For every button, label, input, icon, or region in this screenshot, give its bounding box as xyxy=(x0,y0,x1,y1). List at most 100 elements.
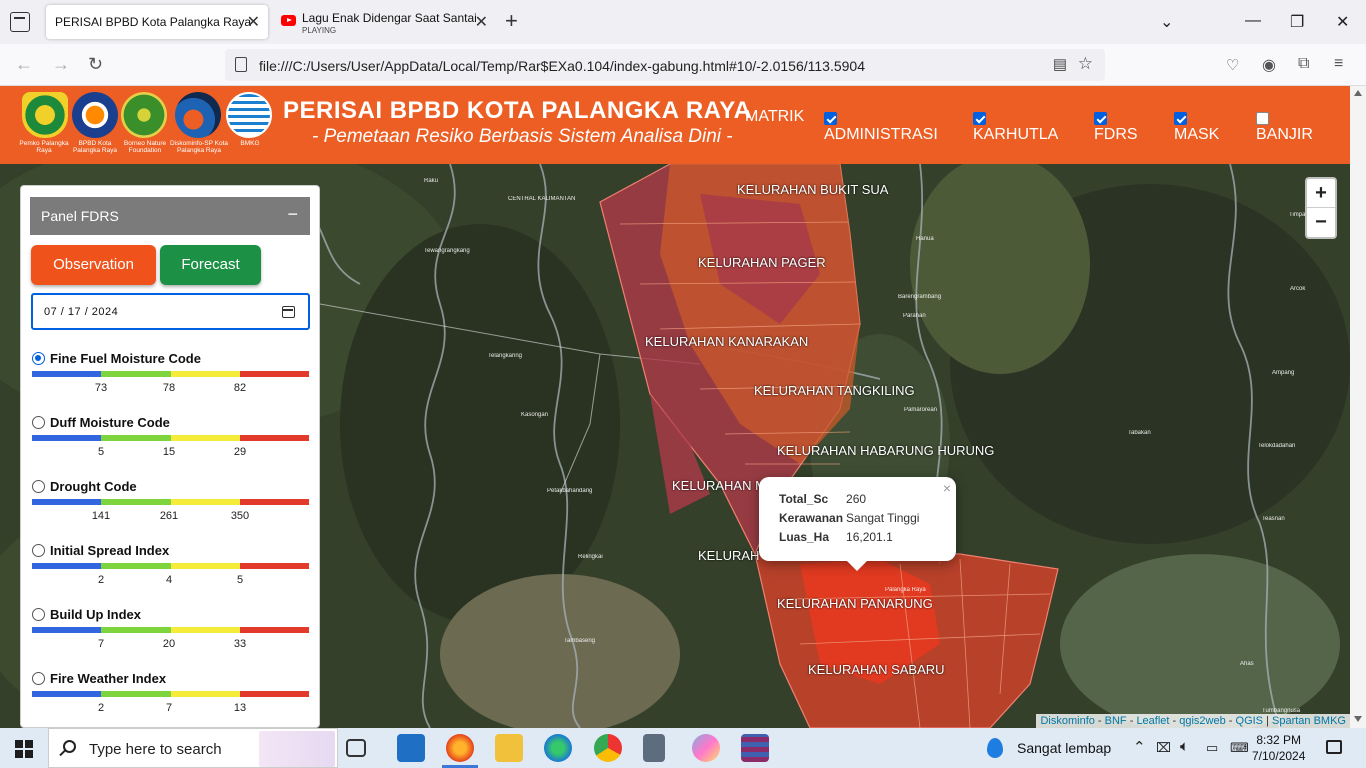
zoom-in-button[interactable]: + xyxy=(1307,179,1335,208)
fdrs-index-option[interactable]: Initial Spread Index 2 4 5 xyxy=(31,542,311,602)
scale-segment xyxy=(170,371,240,377)
banjir-label[interactable]: BANJIR xyxy=(1256,126,1313,144)
scale-segment xyxy=(170,499,240,505)
administrasi-label[interactable]: ADMINISTRASI xyxy=(824,126,938,144)
attribution-link[interactable]: qgis2web xyxy=(1179,715,1225,727)
address-bar[interactable]: file:///C:/Users/User/AppData/Local/Temp… xyxy=(225,49,1105,81)
collapse-icon[interactable]: − xyxy=(287,204,298,225)
attribution-link[interactable]: QGIS xyxy=(1236,715,1264,727)
fdrs-index-option[interactable]: Duff Moisture Code 5 15 29 xyxy=(31,414,311,474)
windows-start-icon[interactable] xyxy=(15,740,33,758)
zoom-out-button[interactable]: − xyxy=(1307,208,1335,237)
observation-button[interactable]: Observation xyxy=(31,245,156,285)
administrasi-checkbox[interactable] xyxy=(824,112,837,125)
notification-icon[interactable] xyxy=(1326,740,1342,754)
page-header: Pemko Palangka Raya BPBD Kota Palangka R… xyxy=(0,86,1350,164)
minimize-icon[interactable]: — xyxy=(1245,12,1261,30)
karhutla-checkbox[interactable] xyxy=(973,112,986,125)
index-radio-button[interactable] xyxy=(32,672,45,685)
mask-label[interactable]: MASK xyxy=(1174,126,1219,144)
tray-chevron-icon[interactable]: ⌃ xyxy=(1133,738,1146,756)
fdrs-index-option[interactable]: Fire Weather Index 2 7 13 xyxy=(31,670,311,727)
tab-perisai[interactable]: PERISAI BPBD Kota Palangka Raya ✕ xyxy=(46,5,268,39)
taskbar-search-box[interactable]: Type here to search xyxy=(48,728,338,768)
date-input[interactable]: 07 / 17 / 2024 xyxy=(31,293,310,330)
index-radio-button[interactable] xyxy=(32,416,45,429)
tab-list-icon[interactable] xyxy=(10,12,30,32)
mail-icon[interactable] xyxy=(397,734,425,762)
karhutla-label[interactable]: KARHUTLA xyxy=(973,126,1058,144)
volume-icon[interactable]: 🔈︎ xyxy=(1180,738,1189,755)
task-view-icon[interactable] xyxy=(346,739,366,757)
index-color-scale xyxy=(32,627,309,633)
menu-icon[interactable]: ≡ xyxy=(1334,55,1343,73)
url-text[interactable]: file:///C:/Users/User/AppData/Local/Temp… xyxy=(259,58,865,74)
reload-icon[interactable]: ↻ xyxy=(88,54,103,75)
attribution-link[interactable]: Leaflet xyxy=(1136,715,1169,727)
place-label: Palangka Raya xyxy=(885,587,926,593)
index-name[interactable]: Fire Weather Index xyxy=(50,671,166,686)
scroll-down-icon[interactable] xyxy=(1354,716,1362,722)
index-name[interactable]: Drought Code xyxy=(50,479,137,494)
close-tab-icon[interactable]: ✕ xyxy=(247,12,260,32)
forecast-button[interactable]: Forecast xyxy=(160,245,261,285)
bookmark-star-icon[interactable]: ☆ xyxy=(1078,54,1093,74)
tab-overflow-icon[interactable]: ⌄ xyxy=(1160,12,1173,32)
fdrs-index-option[interactable]: Fine Fuel Moisture Code 73 78 82 xyxy=(31,350,311,410)
file-explorer-icon[interactable] xyxy=(495,734,523,762)
fdrs-index-option[interactable]: Build Up Index 7 20 33 xyxy=(31,606,311,666)
banjir-checkbox[interactable] xyxy=(1256,112,1269,125)
index-radio-button[interactable] xyxy=(32,608,45,621)
account-icon[interactable]: ◉ xyxy=(1262,55,1276,75)
index-name[interactable]: Initial Spread Index xyxy=(50,543,169,558)
attribution-link[interactable]: Spartan BMKG xyxy=(1272,715,1346,727)
scale-tick-label: 33 xyxy=(233,638,247,650)
taskbar-clock[interactable]: 8:32 PM 7/10/2024 xyxy=(1252,732,1305,764)
language-icon[interactable]: ⌨ xyxy=(1230,740,1249,756)
scale-tick-label: 82 xyxy=(233,382,247,394)
battery-icon[interactable]: ▭ xyxy=(1206,740,1218,756)
index-radio-button[interactable] xyxy=(32,480,45,493)
chrome-icon[interactable] xyxy=(594,734,622,762)
network-icon[interactable]: ⌧ xyxy=(1156,740,1171,756)
extensions-icon[interactable]: ⧉ xyxy=(1298,55,1309,73)
mask-checkbox[interactable] xyxy=(1174,112,1187,125)
new-tab-icon[interactable]: + xyxy=(505,8,518,34)
attribution-link[interactable]: BNF xyxy=(1105,715,1127,727)
index-radio-button[interactable] xyxy=(32,544,45,557)
kelurahan-label: KELURAHAN KANARAKAN xyxy=(645,334,809,349)
fdrs-checkbox[interactable] xyxy=(1094,112,1107,125)
attribution-link[interactable]: Diskominfo xyxy=(1040,715,1094,727)
scroll-up-icon[interactable] xyxy=(1354,90,1362,96)
fdrs-label[interactable]: FDRS xyxy=(1094,126,1138,144)
index-name[interactable]: Duff Moisture Code xyxy=(50,415,170,430)
index-radio-button[interactable] xyxy=(32,352,45,365)
popup-close-button[interactable]: × xyxy=(943,480,951,496)
page-scrollbar[interactable] xyxy=(1350,86,1366,728)
edge-icon[interactable] xyxy=(544,734,572,762)
back-icon[interactable]: ← xyxy=(15,54,33,75)
index-color-scale xyxy=(32,435,309,441)
paint-icon[interactable] xyxy=(692,734,720,762)
matrik-menu[interactable]: MATRIK xyxy=(745,108,804,126)
forward-icon[interactable]: → xyxy=(52,54,70,75)
scale-tick-label: 141 xyxy=(91,510,111,522)
winrar-icon[interactable] xyxy=(741,734,769,762)
calendar-icon[interactable] xyxy=(282,306,295,318)
tab-title: PERISAI BPBD Kota Palangka Raya xyxy=(55,15,252,29)
firefox-icon[interactable] xyxy=(446,734,474,762)
close-tab-icon[interactable]: ✕ xyxy=(475,12,488,32)
fdrs-index-option[interactable]: Drought Code 141 261 350 xyxy=(31,478,311,538)
close-window-icon[interactable]: ✕ xyxy=(1336,12,1349,32)
index-name[interactable]: Build Up Index xyxy=(50,607,141,622)
index-name[interactable]: Fine Fuel Moisture Code xyxy=(50,351,201,366)
tab-youtube[interactable]: Lagu Enak Didengar Saat Santai PLAYING ✕ xyxy=(276,5,496,39)
scale-segment xyxy=(170,435,240,441)
calculator-icon[interactable] xyxy=(643,734,665,762)
attr-key: Total_Sc xyxy=(779,492,829,506)
pocket-icon[interactable]: ♡ xyxy=(1226,56,1239,74)
scale-tick-label: 4 xyxy=(165,574,173,586)
restore-icon[interactable]: ❐ xyxy=(1290,12,1304,32)
weather-text[interactable]: Sangat lembap xyxy=(1017,740,1111,756)
reader-view-icon[interactable]: ▤ xyxy=(1053,55,1067,73)
